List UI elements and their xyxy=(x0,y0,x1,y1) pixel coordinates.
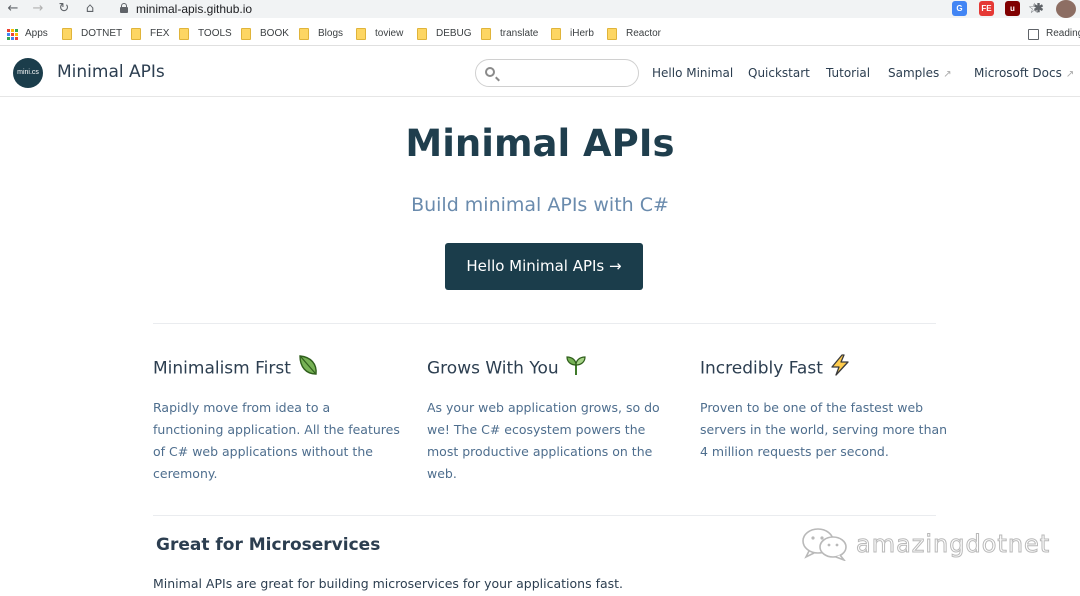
bookmark-folder[interactable]: FEX xyxy=(131,27,169,41)
folder-icon xyxy=(551,28,561,40)
feature-grows-with-you: Grows With You As your web application g… xyxy=(427,354,677,485)
nav-link-samples[interactable]: Samples ↗ xyxy=(888,65,952,83)
bookmark-label: toview xyxy=(375,28,404,39)
forward-arrow-icon[interactable]: → xyxy=(29,0,47,18)
feature-text: As your web application grows, so do we!… xyxy=(427,400,660,481)
bookmark-folder[interactable]: Reactor xyxy=(607,27,661,41)
watermark: amazingdotnet xyxy=(800,527,1050,561)
bookmark-label: TOOLS xyxy=(198,28,232,39)
nav-link-microsoft-docs[interactable]: Microsoft Docs ↗ xyxy=(974,65,1074,83)
bookmark-label: Blogs xyxy=(318,28,344,39)
folder-icon xyxy=(356,28,366,40)
wechat-icon xyxy=(802,528,847,561)
feature-heading: Grows With You xyxy=(427,354,677,383)
ublock-extension-icon[interactable]: u xyxy=(1005,1,1020,16)
profile-avatar[interactable] xyxy=(1056,0,1076,18)
feature-incredibly-fast: Incredibly Fast Proven to be one of the … xyxy=(700,354,950,463)
folder-icon xyxy=(607,28,617,40)
extensions-puzzle-icon[interactable]: ✱ xyxy=(1031,1,1046,16)
bookmark-folder[interactable]: DOTNET xyxy=(62,27,122,41)
hero-tagline: Build minimal APIs with C# xyxy=(411,194,669,216)
bookmark-folder[interactable]: translate xyxy=(481,27,538,41)
section-title: Great for Microservices xyxy=(156,535,381,555)
external-link-icon: ↗ xyxy=(943,69,952,80)
feature-heading: Minimalism First xyxy=(153,354,403,383)
bookmark-folder[interactable]: toview xyxy=(356,27,403,41)
bookmark-label: DEBUG xyxy=(436,28,472,39)
folder-icon xyxy=(417,28,427,40)
hello-minimal-apis-button[interactable]: Hello Minimal APIs → xyxy=(445,243,643,290)
reading-list-label: Reading xyxy=(1046,28,1080,39)
watermark-text: amazingdotnet xyxy=(855,530,1051,559)
nav-link-hello-minimal[interactable]: Hello Minimal xyxy=(652,65,733,81)
nav-link-quickstart[interactable]: Quickstart xyxy=(748,65,810,81)
section-text: Minimal APIs are great for building micr… xyxy=(153,576,624,591)
reading-list-icon xyxy=(1028,28,1039,40)
bookmark-label: BOOK xyxy=(260,28,289,39)
nav-link-tutorial[interactable]: Tutorial xyxy=(826,65,870,81)
folder-icon xyxy=(481,28,491,40)
feature-title: Minimalism First xyxy=(153,358,291,379)
folder-icon xyxy=(179,28,189,40)
bookmarks-bar: Apps DOTNET FEX TOOLS BOOK Blogs toview … xyxy=(0,22,1080,46)
back-arrow-icon[interactable]: ← xyxy=(4,0,22,18)
bookmark-folder[interactable]: TOOLS xyxy=(179,27,232,41)
bookmark-label: iHerb xyxy=(570,28,594,39)
nav-link-label: Samples xyxy=(888,66,940,80)
translate-extension-icon[interactable]: G xyxy=(952,1,967,16)
feature-title: Grows With You xyxy=(427,358,559,379)
bookmark-folder[interactable]: Blogs xyxy=(299,27,343,41)
feature-minimalism-first: Minimalism First Rapidly move from idea … xyxy=(153,354,403,485)
feature-text: Rapidly move from idea to a functioning … xyxy=(153,400,400,481)
feature-title: Incredibly Fast xyxy=(700,358,823,379)
feature-text: Proven to be one of the fastest web serv… xyxy=(700,400,948,459)
hero-title: Minimal APIs xyxy=(405,122,675,165)
browser-toolbar: ← → ↻ ⌂ minimal-apis.github.io ☆ G FE u … xyxy=(0,0,1080,18)
bookmark-label: translate xyxy=(500,28,539,39)
folder-icon xyxy=(62,28,72,40)
divider xyxy=(153,515,936,516)
lock-icon xyxy=(120,3,128,13)
external-link-icon: ↗ xyxy=(1065,69,1075,80)
nav-link-label: Tutorial xyxy=(826,66,871,80)
folder-icon xyxy=(241,28,251,40)
bookmark-label: DOTNET xyxy=(81,28,123,39)
nav-link-label: Quickstart xyxy=(748,66,810,80)
home-icon[interactable]: ⌂ xyxy=(81,0,99,18)
folder-icon xyxy=(131,28,141,40)
bookmark-label: Reactor xyxy=(626,28,662,39)
site-header: mini.cs Minimal APIs Hello Minimal Quick… xyxy=(0,47,1080,97)
address-bar[interactable]: minimal-apis.github.io ☆ xyxy=(108,0,1041,18)
leaf-icon xyxy=(297,354,319,383)
nav-link-label: Microsoft Docs xyxy=(974,66,1062,80)
fe-extension-icon[interactable]: FE xyxy=(979,1,994,16)
search-icon xyxy=(485,67,495,77)
apps-grid-icon xyxy=(7,28,18,40)
folder-icon xyxy=(299,28,309,40)
bookmark-label: FEX xyxy=(150,28,170,39)
bookmark-apps[interactable]: Apps xyxy=(7,27,48,41)
reload-icon[interactable]: ↻ xyxy=(55,0,73,18)
bookmark-label: Apps xyxy=(25,28,48,39)
url-text: minimal-apis.github.io xyxy=(136,2,253,16)
reading-list-button[interactable]: Reading xyxy=(1028,27,1080,41)
search-input[interactable] xyxy=(475,59,639,87)
site-brand[interactable]: Minimal APIs xyxy=(57,61,165,83)
bookmark-folder[interactable]: BOOK xyxy=(241,27,289,41)
site-logo[interactable]: mini.cs xyxy=(13,58,43,88)
bookmark-folder[interactable]: DEBUG xyxy=(417,27,472,41)
divider xyxy=(153,323,936,324)
nav-link-label: Hello Minimal xyxy=(652,66,734,80)
lightning-icon xyxy=(829,354,851,383)
feature-heading: Incredibly Fast xyxy=(700,354,950,383)
bookmark-folder[interactable]: iHerb xyxy=(551,27,594,41)
seedling-icon xyxy=(565,354,587,383)
